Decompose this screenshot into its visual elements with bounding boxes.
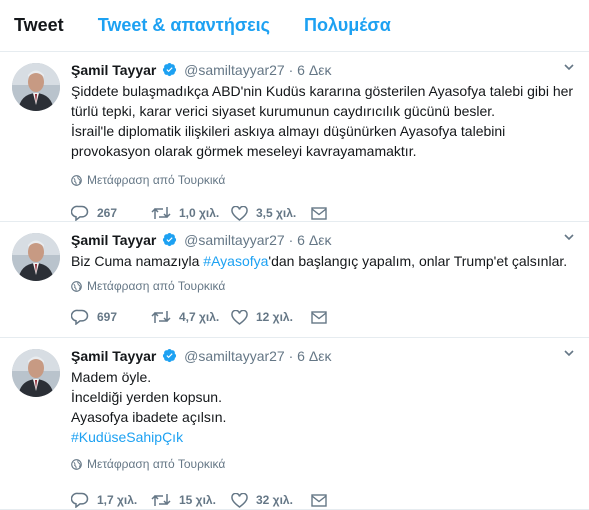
tweet-timeline: Şamil Tayyar @samiltayyar27 · 6 Δεκ Şidd… [0, 52, 589, 510]
retweet-count: 15 χιλ. [179, 493, 216, 507]
like-button[interactable]: 3,5 χιλ. [231, 205, 311, 221]
tweet-actions: 267 1,0 χιλ. 3,5 χιλ. [71, 204, 577, 222]
tweet[interactable]: Şamil Tayyar @samiltayyar27 · 6 Δεκ Şidd… [0, 52, 589, 222]
reply-count: 697 [97, 310, 118, 324]
tab-tweets-and-replies[interactable]: Tweet & απαντήσεις [98, 15, 270, 36]
tweet[interactable]: Şamil Tayyar @samiltayyar27 · 6 Δεκ Made… [0, 338, 589, 510]
reply-count: 267 [97, 206, 118, 220]
reply-icon [71, 205, 89, 221]
hashtag-link[interactable]: #KudüseSahipÇık [71, 427, 577, 447]
reply-icon [71, 492, 89, 508]
tweet-text-segment: 'dan başlangıç yapalım, onlar Trump'et ç… [268, 253, 568, 269]
tab-tweets[interactable]: Tweet [14, 15, 64, 36]
heart-icon [231, 205, 248, 221]
like-button[interactable]: 32 χιλ. [231, 492, 311, 508]
envelope-icon [311, 206, 327, 220]
translate-link[interactable]: Μετάφραση από Τουρκικά [71, 279, 577, 294]
retweet-count: 4,7 χιλ. [179, 310, 220, 324]
tweet-text-line: Biz Cuma namazıyla #Ayasofya'dan başlang… [71, 251, 577, 271]
like-count: 3,5 χιλ. [256, 206, 297, 220]
chevron-down-icon[interactable] [563, 346, 575, 364]
globe-icon [71, 175, 82, 186]
like-count: 12 χιλ. [256, 310, 293, 324]
separator-dot: · [288, 232, 294, 248]
author-name[interactable]: Şamil Tayyar [71, 348, 156, 364]
retweet-button[interactable]: 15 χιλ. [151, 493, 231, 507]
avatar[interactable] [12, 233, 60, 281]
verified-badge-icon [162, 348, 177, 368]
translate-label: Μετάφραση από Τουρκικά [87, 457, 226, 471]
avatar[interactable] [12, 349, 60, 397]
tweet-actions: 1,7 χιλ. 15 χιλ. 32 χιλ. [71, 491, 577, 509]
envelope-icon [311, 493, 327, 507]
reply-button[interactable]: 1,7 χιλ. [71, 492, 151, 508]
tweet-text-line: Şiddete bulaşmadıkça ABD'nin Kudüs karar… [71, 83, 574, 99]
chevron-down-icon[interactable] [563, 230, 575, 248]
tweet-text-segment: Biz Cuma namazıyla [71, 253, 204, 269]
retweet-button[interactable]: 4,7 χιλ. [151, 310, 231, 324]
globe-icon [71, 281, 82, 292]
tweet-text-line: türlü tepki, karar verici siyaset kurumu… [71, 103, 496, 119]
tweet-text-line: İsrail'le diplomatik ilişkileri askıya a… [71, 123, 506, 139]
tweet-text-line: Madem öyle. [71, 369, 152, 385]
tweet-text: Şiddete bulaşmadıkça ABD'nin Kudüs karar… [71, 81, 577, 161]
direct-message-button[interactable] [311, 493, 335, 507]
author-name[interactable]: Şamil Tayyar [71, 232, 156, 248]
direct-message-button[interactable] [311, 310, 335, 324]
verified-badge-icon [162, 62, 177, 82]
chevron-down-icon[interactable] [563, 60, 575, 78]
tweet-text-line: provokasyon olarak görmek meseleyi kavra… [71, 143, 417, 159]
author-handle[interactable]: @samiltayyar27 [184, 62, 285, 78]
tweet-date[interactable]: 6 Δεκ [297, 232, 331, 248]
retweet-icon [151, 311, 171, 323]
like-count: 32 χιλ. [256, 493, 293, 507]
tweet-text-line: İnceldiği yerden kopsun. [71, 389, 222, 405]
direct-message-button[interactable] [311, 206, 335, 220]
reply-button[interactable]: 697 [71, 309, 151, 325]
translate-link[interactable]: Μετάφραση από Τουρκικά [71, 173, 577, 188]
tweet-text: Biz Cuma namazıyla #Ayasofya'dan başlang… [71, 251, 577, 271]
tweet-header: Şamil Tayyar @samiltayyar27 · 6 Δεκ [71, 347, 577, 366]
translate-label: Μετάφραση από Τουρκικά [87, 173, 226, 187]
reply-icon [71, 309, 89, 325]
retweet-icon [151, 494, 171, 506]
translate-label: Μετάφραση από Τουρκικά [87, 279, 226, 293]
tweet-text: Madem öyle. İnceldiği yerden kopsun. Aya… [71, 367, 577, 447]
verified-badge-icon [162, 232, 177, 252]
like-button[interactable]: 12 χιλ. [231, 309, 311, 325]
retweet-button[interactable]: 1,0 χιλ. [151, 206, 231, 220]
envelope-icon [311, 310, 327, 324]
tweet-header: Şamil Tayyar @samiltayyar27 · 6 Δεκ [71, 61, 577, 80]
globe-icon [71, 459, 82, 470]
tweet[interactable]: Şamil Tayyar @samiltayyar27 · 6 Δεκ Biz … [0, 222, 589, 338]
author-handle[interactable]: @samiltayyar27 [184, 348, 285, 364]
heart-icon [231, 492, 248, 508]
hashtag-link[interactable]: #Ayasofya [203, 253, 268, 269]
retweet-count: 1,0 χιλ. [179, 206, 220, 220]
author-handle[interactable]: @samiltayyar27 [184, 232, 285, 248]
tweet-date[interactable]: 6 Δεκ [297, 348, 331, 364]
tweet-text-line: Ayasofya ibadete açılsın. [71, 409, 227, 425]
profile-tabs: Tweet Tweet & απαντήσεις Πολυμέσα [0, 0, 589, 52]
tweet-header: Şamil Tayyar @samiltayyar27 · 6 Δεκ [71, 231, 577, 250]
avatar[interactable] [12, 63, 60, 111]
retweet-icon [151, 207, 171, 219]
heart-icon [231, 309, 248, 325]
separator-dot: · [288, 348, 294, 364]
reply-button[interactable]: 267 [71, 205, 151, 221]
separator-dot: · [288, 62, 294, 78]
translate-link[interactable]: Μετάφραση από Τουρκικά [71, 457, 577, 472]
author-name[interactable]: Şamil Tayyar [71, 62, 156, 78]
tab-media[interactable]: Πολυμέσα [304, 15, 391, 36]
reply-count: 1,7 χιλ. [97, 493, 138, 507]
tweet-actions: 697 4,7 χιλ. 12 χιλ. [71, 308, 577, 326]
tweet-date[interactable]: 6 Δεκ [297, 62, 331, 78]
